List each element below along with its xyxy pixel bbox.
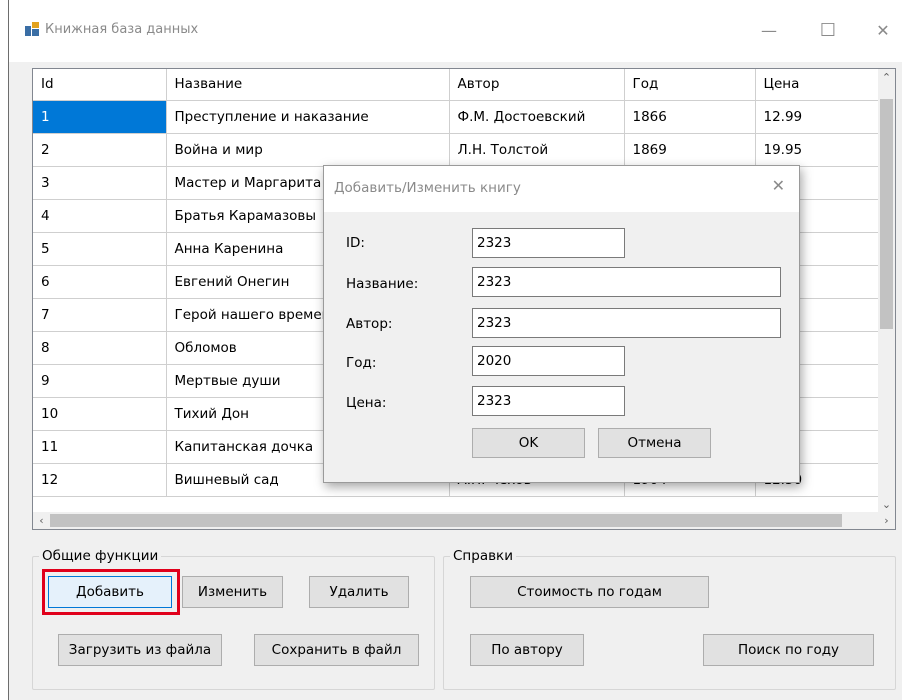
table-cell[interactable]: 1869 — [624, 133, 756, 167]
table-row[interactable]: 1 Преступление и наказание Ф.М. Достоевски… — [33, 100, 881, 134]
column-header-price[interactable]: Цена — [755, 69, 881, 101]
table-cell[interactable]: 1 — [33, 100, 167, 134]
year-field[interactable]: 2020 — [472, 346, 625, 376]
price-label: Цена: — [346, 395, 387, 411]
column-header-author[interactable]: Автор — [449, 69, 625, 101]
cancel-button[interactable]: Отмена — [598, 428, 711, 458]
column-header-year[interactable]: Год — [624, 69, 756, 101]
title-field[interactable]: 2323 — [472, 267, 781, 297]
price-field[interactable]: 2323 — [472, 386, 625, 416]
search-by-year-button[interactable]: Поиск по году — [703, 634, 874, 666]
scroll-up-icon[interactable]: ⌃ — [878, 69, 895, 86]
by-author-button[interactable]: По автору — [470, 634, 584, 666]
horizontal-scrollbar[interactable]: ‹ › — [33, 512, 895, 529]
scroll-left-icon[interactable]: ‹ — [33, 512, 50, 529]
table-cell[interactable]: 8 — [33, 331, 167, 365]
reports-legend: Справки — [450, 548, 516, 564]
title-bar: Книжная база данных — ☐ ✕ — [9, 0, 902, 62]
vertical-scroll-thumb[interactable] — [880, 99, 893, 329]
load-from-file-button[interactable]: Загрузить из файла — [58, 634, 222, 666]
table-cell[interactable]: 5 — [33, 232, 167, 266]
edit-button[interactable]: Изменить — [182, 576, 283, 608]
author-label: Автор: — [346, 316, 393, 332]
add-edit-book-dialog: Добавить/Изменить книгу ✕ ID: 2323 Назва… — [323, 165, 800, 483]
year-label: Год: — [346, 355, 377, 371]
table-cell[interactable]: 3 — [33, 166, 167, 200]
author-field[interactable]: 2323 — [472, 308, 781, 338]
window-title: Книжная база данных — [45, 22, 199, 37]
dialog-close-icon[interactable]: ✕ — [772, 176, 785, 195]
title-label: Название: — [346, 276, 419, 292]
id-field[interactable]: 2323 — [472, 228, 625, 258]
dialog-title-bar: Добавить/Изменить книгу ✕ — [324, 166, 799, 212]
minimize-icon[interactable]: — — [749, 14, 789, 48]
column-header-id[interactable]: Id — [33, 69, 167, 101]
table-cell[interactable]: 7 — [33, 298, 167, 332]
scroll-down-icon[interactable]: ⌄ — [878, 496, 895, 513]
main-window: Книжная база данных — ☐ ✕ Id Название Ав… — [8, 0, 902, 700]
table-cell[interactable]: 10 — [33, 397, 167, 431]
table-cell[interactable]: 11 — [33, 430, 167, 464]
maximize-icon[interactable]: ☐ — [808, 14, 848, 48]
horizontal-scroll-thumb[interactable] — [50, 514, 842, 527]
table-cell[interactable]: 9 — [33, 364, 167, 398]
ok-button[interactable]: OK — [472, 428, 585, 458]
app-icon — [25, 22, 39, 36]
dialog-title: Добавить/Изменить книгу — [334, 180, 521, 196]
close-icon[interactable]: ✕ — [863, 14, 902, 48]
table-cell[interactable]: Война и мир — [166, 133, 450, 167]
table-cell[interactable]: 12.99 — [755, 100, 881, 134]
table-cell[interactable]: 2 — [33, 133, 167, 167]
table-cell[interactable]: 4 — [33, 199, 167, 233]
add-button[interactable]: Добавить — [48, 576, 172, 608]
vertical-scrollbar[interactable]: ⌃ ⌄ — [878, 69, 895, 513]
table-row[interactable]: 2 Война и мир Л.Н. Толстой 1869 19.95 — [33, 133, 881, 167]
table-cell[interactable]: Л.Н. Толстой — [449, 133, 625, 167]
column-header-title[interactable]: Название — [166, 69, 450, 101]
cost-by-year-button[interactable]: Стоимость по годам — [470, 576, 709, 608]
table-cell[interactable]: 19.95 — [755, 133, 881, 167]
scroll-right-icon[interactable]: › — [878, 512, 895, 529]
id-label: ID: — [346, 235, 365, 251]
table-header-row: Id Название Автор Год Цена — [33, 69, 881, 101]
save-to-file-button[interactable]: Сохранить в файл — [254, 634, 419, 666]
general-functions-legend: Общие функции — [39, 548, 162, 564]
table-cell[interactable]: 12 — [33, 463, 167, 497]
table-cell[interactable]: 6 — [33, 265, 167, 299]
delete-button[interactable]: Удалить — [309, 576, 409, 608]
table-cell[interactable]: Преступление и наказание — [166, 100, 450, 134]
table-cell[interactable]: 1866 — [624, 100, 756, 134]
table-cell[interactable]: Ф.М. Достоевский — [449, 100, 625, 134]
